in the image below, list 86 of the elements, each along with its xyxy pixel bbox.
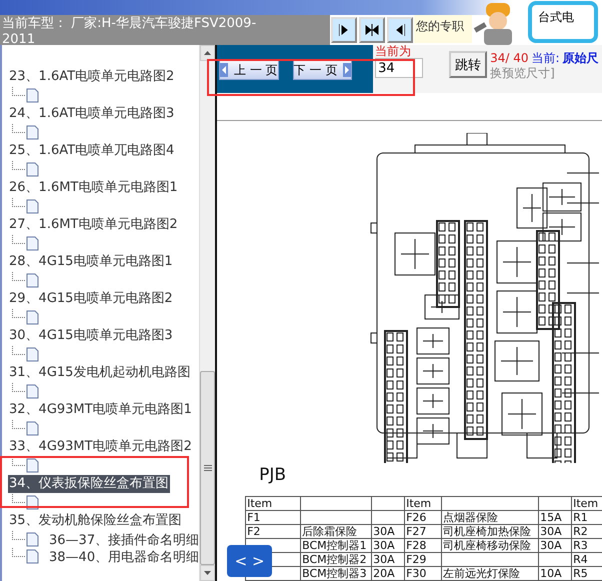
current-page-label: 当前为 [375, 45, 412, 58]
arrow-right-icon [339, 24, 349, 36]
table-cell: F2 [246, 524, 301, 538]
expand-left-button[interactable] [387, 17, 413, 43]
tree-item[interactable]: 30、4G15电喷单元电路图3 [8, 327, 174, 345]
page-icon[interactable] [26, 273, 39, 288]
tree-item[interactable]: 26、1.6MT电喷单元电路图1 [8, 179, 179, 197]
split-view-button[interactable] [359, 17, 385, 43]
page-icon [26, 532, 39, 547]
page-switch-button[interactable]: < > [227, 545, 272, 577]
scroll-down-button[interactable] [200, 565, 216, 581]
tree-item[interactable]: 36—37、接插件命名明细 [49, 530, 200, 548]
next-page-button[interactable]: 下 一 页 [292, 60, 352, 80]
table-cell: F29 [404, 552, 442, 566]
page-icon [26, 549, 39, 564]
current-size-link[interactable]: 原始尺 [562, 51, 599, 66]
table-cell: R5 [572, 566, 602, 580]
table-cell: BCM控制器1 [300, 538, 372, 552]
scrollbar[interactable] [199, 45, 216, 581]
table-cell: 15A [538, 510, 572, 524]
table-cell: F27 [404, 524, 442, 538]
tree-item[interactable]: 27、1.6MT电喷单元电路图2 [8, 216, 179, 234]
caret-up-icon [204, 51, 212, 55]
page-icon[interactable] [26, 236, 39, 251]
scroll-up-button[interactable] [200, 45, 216, 61]
table-cell: F26 [404, 510, 442, 524]
tree-item[interactable]: 31、4G15发电机起动机电路图 [8, 364, 192, 382]
table-header-cell: Item [572, 496, 602, 510]
table-cell: 20A [372, 566, 405, 580]
tree-item[interactable]: 29、4G15电喷单元电路图2 [8, 290, 174, 308]
tree-item[interactable]: 23、1.6AT电喷单元电路图2 [8, 68, 176, 86]
vehicle-model-text: 当前车型： 厂家:H-华晨汽车骏捷FSV2009-2011 [1, 15, 258, 49]
page-icon[interactable] [26, 384, 39, 399]
jump-button[interactable]: 跳转 [449, 51, 488, 78]
tree-item[interactable]: 25、1.6AT电喷单兀电路图4 [8, 142, 176, 160]
tree-item[interactable]: 28、4G15电喷单元电路图1 [8, 253, 174, 271]
current-size-label: 当前: [532, 51, 560, 66]
tree-item[interactable]: 34、仪表扳保险丝盒布置图 [8, 475, 170, 493]
scroll-thumb[interactable] [200, 371, 216, 565]
arrows-inward-icon [365, 24, 379, 36]
table-cell: 点烟器保险 [442, 510, 539, 524]
table-header-cell: Item [404, 496, 442, 510]
arrow-right-icon [343, 63, 352, 77]
table-header-cell: Item [246, 496, 301, 510]
page-icon[interactable] [26, 421, 39, 436]
promo-text: 您的专职 [414, 15, 472, 43]
table-cell: F1 [246, 510, 301, 524]
table-cell: R1 [572, 510, 602, 524]
tree-item[interactable]: 32、4G93MT电喷单元电路图1 [8, 401, 193, 419]
expand-right-button[interactable] [331, 17, 357, 43]
table-cell: R3 [572, 538, 602, 552]
page-icon[interactable] [26, 199, 39, 214]
page-icon[interactable] [26, 125, 39, 140]
table-cell: BCM控制器3 [300, 566, 372, 580]
table-cell: 后除霜保险 [300, 524, 372, 538]
table-cell: 10A [538, 566, 572, 580]
tree-item[interactable]: 24、1.6AT电喷单元电路图3 [8, 105, 176, 123]
table-cell: R2 [572, 524, 602, 538]
table-cell: 30A [372, 538, 405, 552]
table-cell: F28 [404, 538, 442, 552]
table-cell: 30A [372, 524, 405, 538]
previous-page-button[interactable]: 上 一 页 [219, 60, 279, 80]
table-cell: 30A [538, 524, 572, 538]
grip-icon [204, 465, 212, 471]
table-cell: F30 [404, 566, 442, 580]
tree-item[interactable]: 33、4G93MT电喷单元电路图2 [8, 438, 193, 456]
arrow-left-icon [220, 63, 228, 77]
page-counter: 34/ 40 [490, 51, 528, 66]
arrow-left-icon [395, 24, 405, 36]
table-cell: 30A [538, 538, 572, 552]
page-icon[interactable] [26, 310, 39, 325]
table-cell: 30A [372, 552, 405, 566]
tree-item[interactable]: 35、发动机舱保险丝盒布置图 [8, 512, 183, 530]
tree-item[interactable]: 38—40、用电器命名明细 [49, 548, 200, 566]
diagram-label: PJB [259, 465, 288, 485]
table-cell: R4 [572, 552, 602, 566]
table-cell: 司机座椅移动保险 [442, 538, 539, 552]
promo-card-text: 台式电 [538, 10, 574, 24]
page-icon[interactable] [26, 162, 39, 177]
table-cell: 司机座椅加热保险 [442, 524, 539, 538]
page-icon[interactable] [26, 347, 39, 362]
page-icon[interactable] [26, 458, 39, 473]
page-icon[interactable] [26, 88, 39, 103]
table-cell: BCM控制器2 [300, 552, 372, 566]
table-cell: 左前远光灯保险 [442, 566, 539, 580]
caret-down-icon [204, 571, 212, 575]
